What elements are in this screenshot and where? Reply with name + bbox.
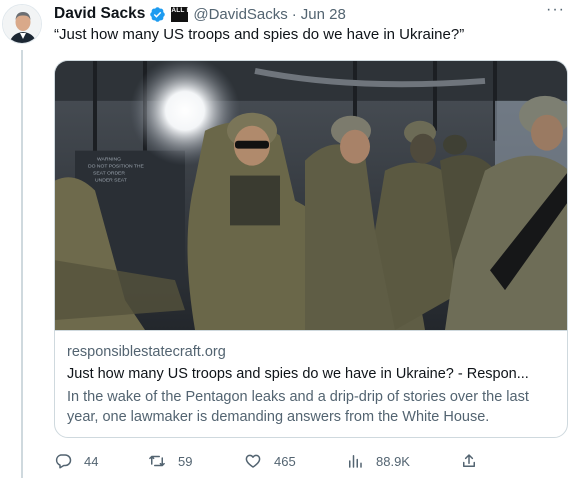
retweet-button[interactable]: 59 bbox=[148, 452, 192, 470]
tweet-header: David Sacks ALL IN @DavidSacks · Jun 28 … bbox=[54, 1, 565, 24]
like-count: 465 bbox=[274, 453, 296, 469]
separator-dot: · bbox=[291, 5, 297, 23]
affiliate-badge[interactable]: ALL IN bbox=[171, 6, 193, 22]
like-button[interactable]: 465 bbox=[244, 452, 296, 470]
like-icon bbox=[245, 454, 261, 468]
views-count: 88.9K bbox=[376, 453, 410, 469]
share-button[interactable] bbox=[460, 452, 478, 470]
card-image[interactable]: WARNING DO NOT POSITION THE SEAT ORDER U… bbox=[55, 61, 568, 331]
retweet-count: 59 bbox=[178, 453, 193, 469]
card-description: In the wake of the Pentagon leaks and a … bbox=[67, 389, 529, 425]
avatar-image bbox=[3, 5, 41, 43]
verified-badge-icon bbox=[150, 6, 166, 22]
display-name[interactable]: David Sacks bbox=[54, 5, 145, 23]
more-icon[interactable]: ··· bbox=[546, 1, 565, 19]
reply-button[interactable]: 44 bbox=[54, 452, 98, 470]
tweet-text: “Just how many US troops and spies do we… bbox=[54, 26, 465, 43]
avatar[interactable] bbox=[2, 4, 42, 44]
reply-count: 44 bbox=[84, 453, 99, 469]
thread-line bbox=[21, 50, 23, 478]
card-domain[interactable]: responsiblestatecraft.org bbox=[67, 344, 226, 360]
reply-icon bbox=[55, 454, 72, 469]
retweet-icon bbox=[149, 455, 165, 467]
share-icon bbox=[463, 454, 475, 467]
user-handle[interactable]: @DavidSacks bbox=[193, 6, 287, 23]
views-icon bbox=[349, 455, 362, 468]
tweet-date[interactable]: Jun 28 bbox=[301, 6, 346, 23]
tweet-actions: 44 59 465 88.9K bbox=[54, 452, 494, 472]
link-card[interactable]: WARNING DO NOT POSITION THE SEAT ORDER U… bbox=[54, 60, 568, 438]
views-button[interactable]: 88.9K bbox=[346, 452, 410, 470]
card-title[interactable]: Just how many US troops and spies do we … bbox=[67, 366, 557, 382]
